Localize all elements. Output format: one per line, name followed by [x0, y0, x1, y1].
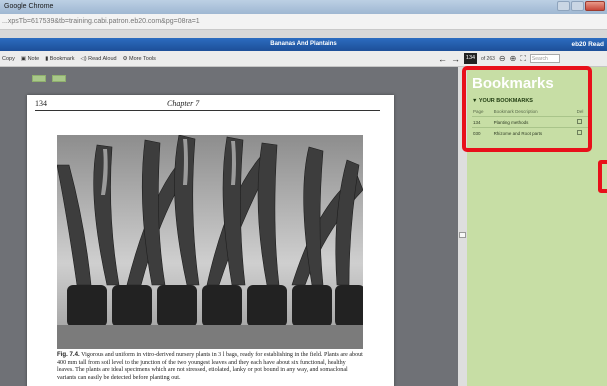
figure-caption: Fig. 7.4. Vigorous and uniform in vitro-…: [57, 351, 363, 382]
next-page-arrow-icon[interactable]: →: [451, 54, 460, 64]
more-tools-button[interactable]: ⚙ More Tools: [123, 56, 156, 62]
zoom-in-icon[interactable]: ⊕: [510, 54, 517, 63]
search-input[interactable]: Search: [529, 54, 560, 63]
banana-plants-photo: [57, 135, 363, 349]
reader-toolbar: Copy ▣ Note ▮ Bookmark ◁) Read Aloud ⚙ M…: [0, 51, 607, 67]
highlight-annotation: [462, 66, 592, 152]
chapter-header: Chapter 7: [167, 99, 200, 108]
scrollbar-thumb[interactable]: [459, 232, 466, 238]
highlight-annotation: [598, 160, 607, 193]
window-title: Google Chrome: [4, 3, 54, 10]
window-controls: [557, 1, 605, 11]
bookmark-button[interactable]: ▮ Bookmark: [45, 56, 74, 62]
close-button[interactable]: [585, 1, 605, 11]
caption-label: Fig. 7.4.: [57, 351, 80, 358]
book-page: 134 Chapter 7 Fig. 7.4. Vigorous and uni…: [27, 95, 394, 386]
page-number-input[interactable]: 134: [464, 53, 477, 64]
copy-button[interactable]: Copy: [2, 56, 15, 62]
zoom-out-icon[interactable]: ⊖: [499, 54, 506, 63]
app-header: Bananas And Plantains eb20 Read: [0, 38, 607, 51]
browser-window: Google Chrome ...xpsTb=617539&tb=trainin…: [0, 0, 607, 386]
caption-text: Vigorous and uniform in vitro-derived nu…: [57, 352, 363, 381]
page-tabs: [32, 75, 66, 82]
book-title: Bananas And Plantains: [270, 41, 337, 47]
page-tab[interactable]: [52, 75, 66, 82]
page-number: 134: [35, 99, 47, 108]
title-bar: Google Chrome: [0, 0, 607, 14]
fullscreen-icon[interactable]: ⛶: [520, 54, 526, 64]
address-bar[interactable]: ...xpsTb=617539&tb=training.cabi.patron.…: [0, 14, 607, 30]
prev-page-arrow-icon[interactable]: ←: [438, 54, 447, 64]
header-rule: [35, 110, 380, 111]
read-aloud-button[interactable]: ◁) Read Aloud: [81, 56, 117, 62]
note-button[interactable]: ▣ Note: [21, 56, 39, 62]
maximize-button[interactable]: [571, 1, 584, 11]
page-tab[interactable]: [32, 75, 46, 82]
page-count: of 263: [481, 55, 495, 62]
brand-logo: eb20 Read: [571, 41, 604, 48]
minimize-button[interactable]: [557, 1, 570, 11]
url-text[interactable]: ...xpsTb=617539&tb=training.cabi.patron.…: [2, 18, 200, 25]
reading-area: 134 Chapter 7 Fig. 7.4. Vigorous and uni…: [0, 67, 458, 386]
